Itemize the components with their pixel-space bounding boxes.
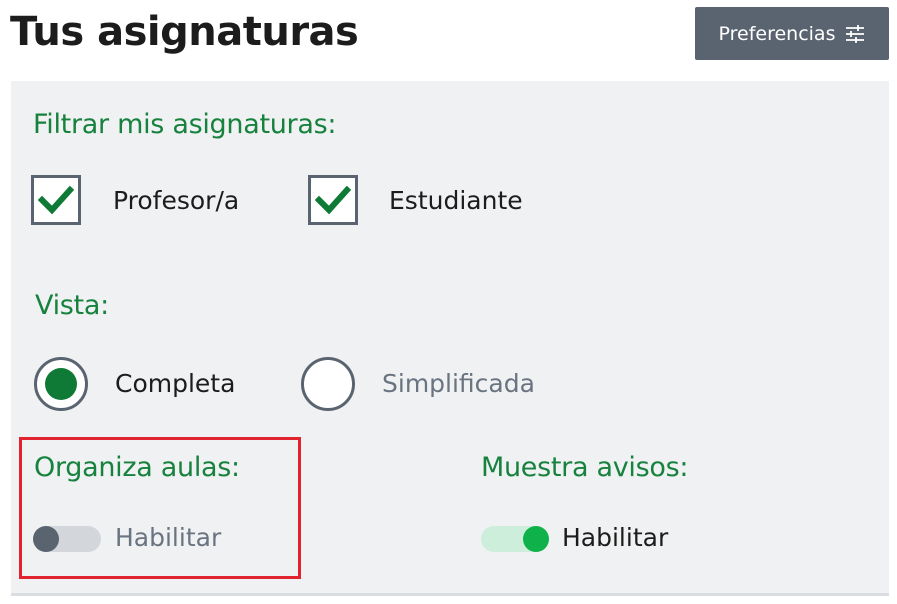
page-title: Tus asignaturas: [10, 9, 359, 55]
toggle-knob: [33, 526, 59, 552]
organize-label: Organiza aulas:: [34, 452, 240, 483]
organize-toggle-label: Habilitar: [115, 523, 222, 552]
checkbox-profesor[interactable]: [31, 175, 81, 225]
toggle-knob: [523, 526, 549, 552]
preferences-button[interactable]: Preferencias: [695, 7, 889, 60]
checkbox-profesor-label: Profesor/a: [113, 186, 240, 215]
radio-completa-label: Completa: [115, 369, 236, 398]
view-label: Vista:: [35, 290, 109, 321]
check-icon: [315, 185, 351, 215]
radio-simplificada-label: Simplificada: [382, 369, 535, 398]
checkbox-estudiante-label: Estudiante: [389, 186, 523, 215]
filters-panel: [11, 81, 889, 596]
checkbox-estudiante[interactable]: [308, 175, 358, 225]
notices-label: Muestra avisos:: [481, 452, 689, 483]
radio-completa[interactable]: [34, 357, 88, 411]
radio-selected-dot: [45, 368, 77, 400]
check-icon: [38, 185, 74, 215]
radio-simplificada[interactable]: [301, 357, 355, 411]
notices-toggle-label: Habilitar: [562, 523, 669, 552]
notices-toggle[interactable]: [481, 526, 549, 552]
filter-label: Filtrar mis asignaturas:: [33, 109, 337, 140]
sliders-icon: [845, 24, 865, 43]
organize-toggle[interactable]: [33, 526, 101, 552]
preferences-label: Preferencias: [718, 22, 836, 45]
